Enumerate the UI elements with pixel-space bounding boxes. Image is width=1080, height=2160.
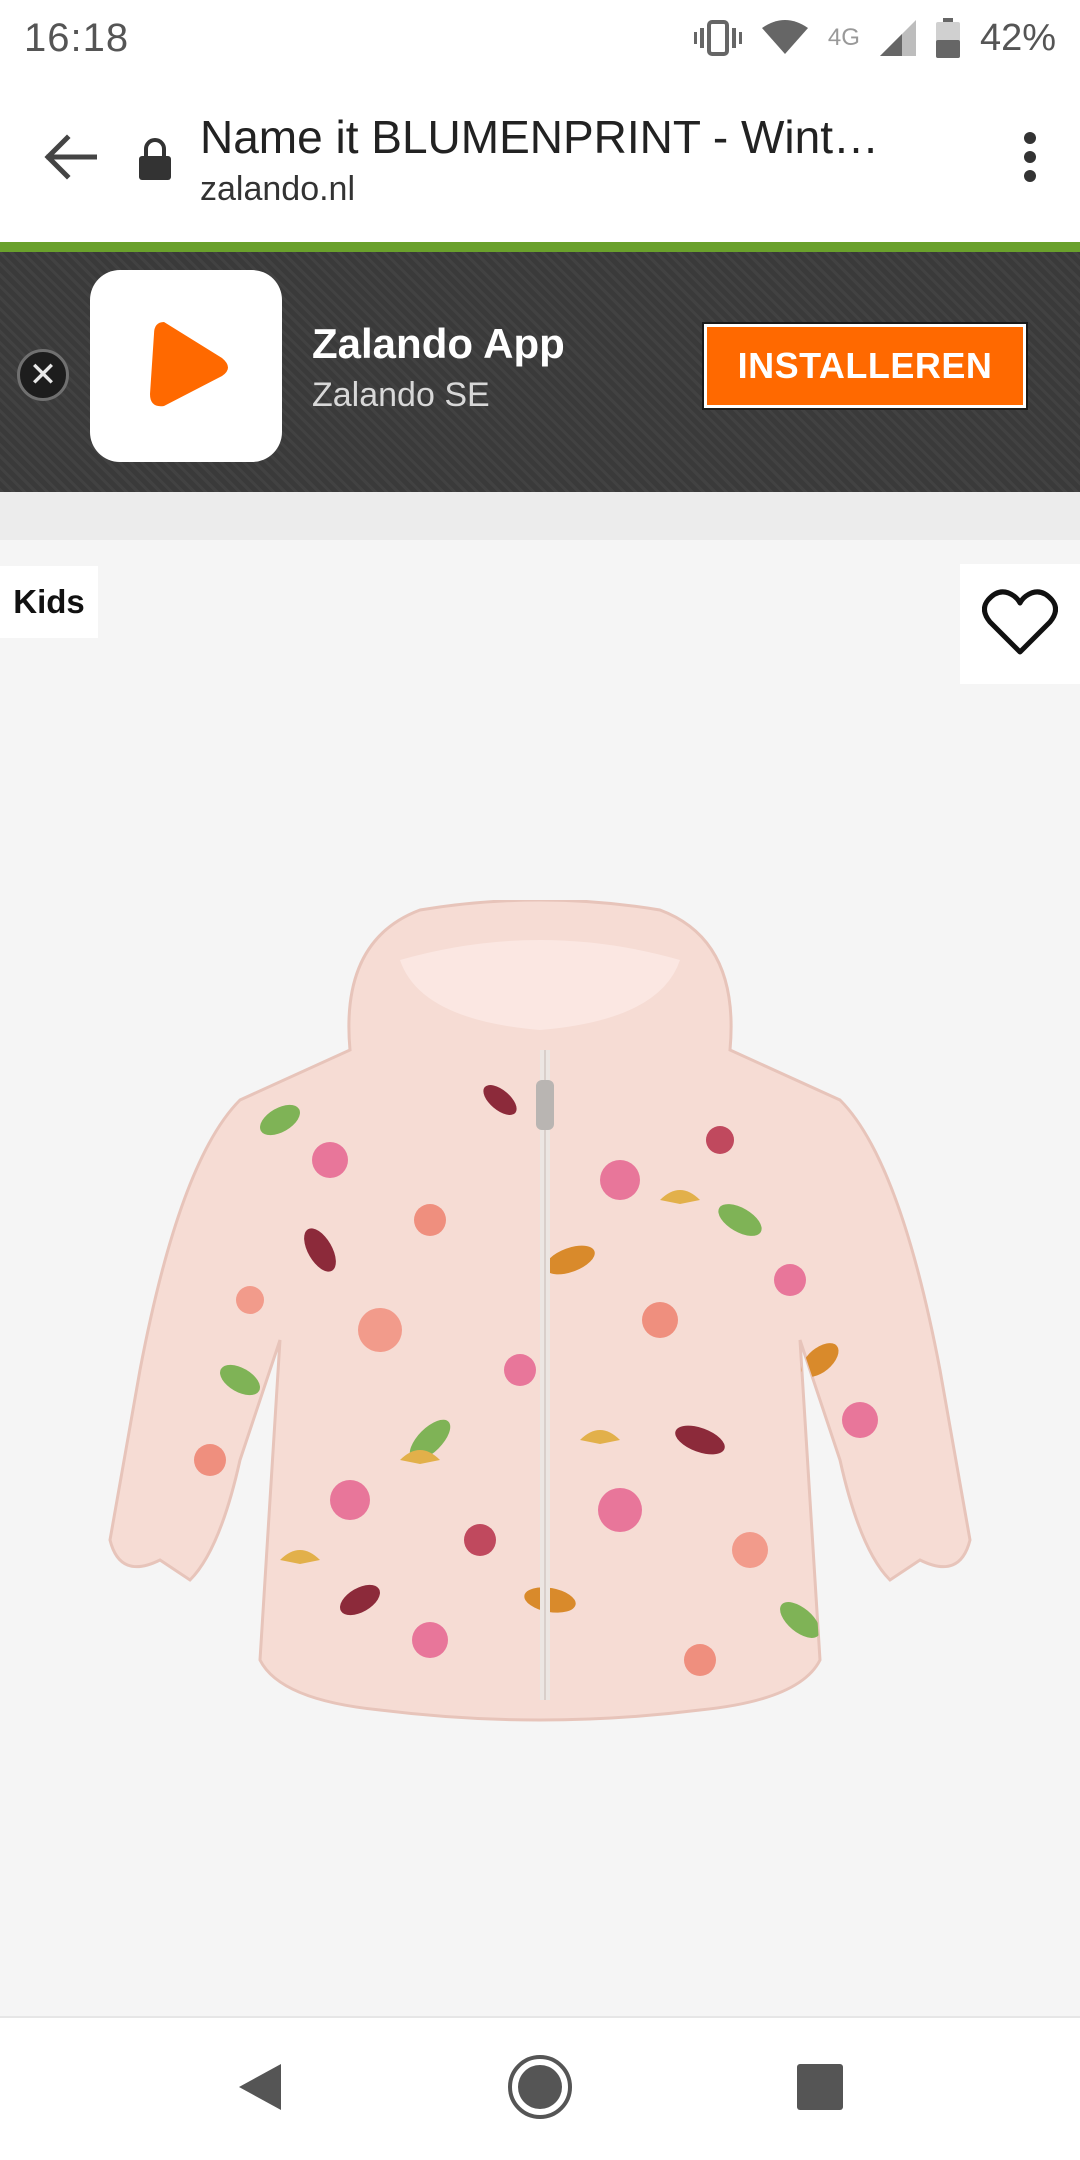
signal-icon xyxy=(879,20,916,56)
divider xyxy=(0,492,1080,540)
lock-icon[interactable] xyxy=(130,138,180,180)
system-nav-bar xyxy=(0,2016,1080,2160)
close-icon: ✕ xyxy=(28,356,58,394)
overflow-menu-icon xyxy=(1023,131,1037,187)
back-arrow-icon xyxy=(43,133,98,185)
page-load-progress xyxy=(0,242,1080,252)
status-bar: 16:18 4G 42% xyxy=(0,0,1080,76)
install-button[interactable]: INSTALLEREN xyxy=(702,322,1028,410)
heart-icon xyxy=(982,588,1058,661)
nav-home-icon xyxy=(506,2053,574,2126)
address-bar[interactable]: Name it BLUMENPRINT - Winte… zalando.nl xyxy=(200,110,980,209)
app-name: Zalando App xyxy=(312,320,565,367)
nav-home-button[interactable] xyxy=(490,2039,590,2139)
back-button[interactable] xyxy=(0,76,140,242)
product-image[interactable] xyxy=(100,898,980,1740)
page-title: Name it BLUMENPRINT - Winte… xyxy=(200,110,900,163)
status-icons: 4G 42% xyxy=(693,16,1056,60)
battery-icon xyxy=(935,18,960,58)
app-icon xyxy=(90,270,282,462)
zalando-logo-icon xyxy=(136,314,236,419)
app-publisher: Zalando SE xyxy=(312,376,490,414)
battery-percent: 42% xyxy=(979,16,1056,59)
product-gallery: Kids xyxy=(0,540,1080,2016)
wifi-icon xyxy=(761,20,808,56)
nav-recents-icon xyxy=(797,2063,843,2115)
overflow-menu-button[interactable] xyxy=(980,76,1080,242)
network-type: 4G xyxy=(827,24,860,51)
nav-recents-button[interactable] xyxy=(770,2039,870,2139)
nav-back-button[interactable] xyxy=(210,2039,310,2139)
category-badge: Kids xyxy=(0,566,98,638)
browser-toolbar: Name it BLUMENPRINT - Winte… zalando.nl xyxy=(0,76,1080,242)
nav-back-icon xyxy=(237,2062,283,2117)
vibrate-icon xyxy=(693,18,742,58)
wishlist-button[interactable] xyxy=(960,564,1080,684)
app-install-banner: ✕ Zalando App Zalando SE INSTALLEREN xyxy=(0,252,1080,492)
status-time: 16:18 xyxy=(24,15,130,60)
page-domain: zalando.nl xyxy=(200,169,356,208)
close-banner-button[interactable]: ✕ xyxy=(17,349,69,401)
app-info: Zalando App Zalando SE xyxy=(312,320,565,415)
